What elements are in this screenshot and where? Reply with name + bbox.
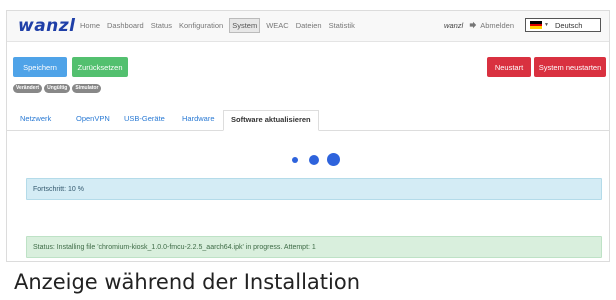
status-text: Status: Installing file 'chromium-kiosk_… bbox=[33, 243, 316, 251]
nav-item-weac[interactable]: WEAC bbox=[265, 19, 290, 33]
tab-usb-geraete[interactable]: USB-Geräte bbox=[124, 114, 165, 123]
logout-link[interactable]: Abmelden bbox=[469, 21, 514, 30]
language-select[interactable]: ▼ Deutsch bbox=[525, 18, 601, 32]
top-navbar: wanzl Home Dashboard Status Konfiguratio… bbox=[7, 11, 609, 42]
tab-hardware[interactable]: Hardware bbox=[182, 114, 215, 123]
save-button[interactable]: Speichern bbox=[13, 57, 67, 77]
reset-button[interactable]: Zurücksetzen bbox=[72, 57, 128, 77]
spinner-dot-medium bbox=[309, 155, 319, 165]
status-badges: Verändert Ungültig Simulator bbox=[13, 84, 103, 93]
nav-item-system[interactable]: System bbox=[229, 18, 261, 33]
nav-item-konfiguration[interactable]: Konfiguration bbox=[178, 19, 224, 33]
logout-icon bbox=[470, 21, 477, 29]
spinner-dot-large bbox=[327, 153, 340, 166]
nav-item-statistik[interactable]: Statistik bbox=[328, 19, 356, 33]
loading-spinner bbox=[292, 153, 342, 167]
username: wanzl bbox=[444, 20, 464, 30]
nav-right: wanzl Abmelden ▼ Deutsch bbox=[444, 18, 601, 32]
nav-item-home[interactable]: Home bbox=[79, 19, 101, 33]
settings-tabs: Netzwerk OpenVPN USB-Geräte Hardware Sof… bbox=[6, 110, 610, 131]
image-caption: Anzeige während der Installation bbox=[14, 270, 361, 294]
restart-button[interactable]: Neustart bbox=[487, 57, 531, 77]
system-restart-button[interactable]: System neustarten bbox=[534, 57, 606, 77]
status-alert: Status: Installing file 'chromium-kiosk_… bbox=[26, 236, 602, 258]
german-flag-icon bbox=[530, 21, 542, 30]
nav-item-status[interactable]: Status bbox=[150, 19, 173, 33]
nav-item-dashboard[interactable]: Dashboard bbox=[106, 19, 145, 33]
progress-text: Fortschritt: 10 % bbox=[33, 185, 84, 193]
progress-alert: Fortschritt: 10 % bbox=[26, 178, 602, 200]
spinner-dot-small bbox=[292, 157, 298, 163]
logout-label: Abmelden bbox=[480, 20, 514, 30]
language-label: Deutsch bbox=[554, 20, 583, 30]
wanzl-logo[interactable]: wanzl bbox=[18, 16, 76, 36]
tab-software-update[interactable]: Software aktualisieren bbox=[223, 110, 319, 131]
badge-invalid: Ungültig bbox=[44, 84, 71, 93]
nav-item-dateien[interactable]: Dateien bbox=[295, 19, 323, 33]
tab-openvpn[interactable]: OpenVPN bbox=[76, 114, 110, 123]
main-nav: Home Dashboard Status Konfiguration Syst… bbox=[79, 18, 361, 33]
badge-changed: Verändert bbox=[13, 84, 43, 93]
tab-netzwerk[interactable]: Netzwerk bbox=[20, 114, 51, 123]
app-window: wanzl Home Dashboard Status Konfiguratio… bbox=[6, 10, 610, 262]
chevron-down-icon: ▼ bbox=[544, 22, 549, 28]
badge-simulator: Simulator bbox=[72, 84, 102, 93]
